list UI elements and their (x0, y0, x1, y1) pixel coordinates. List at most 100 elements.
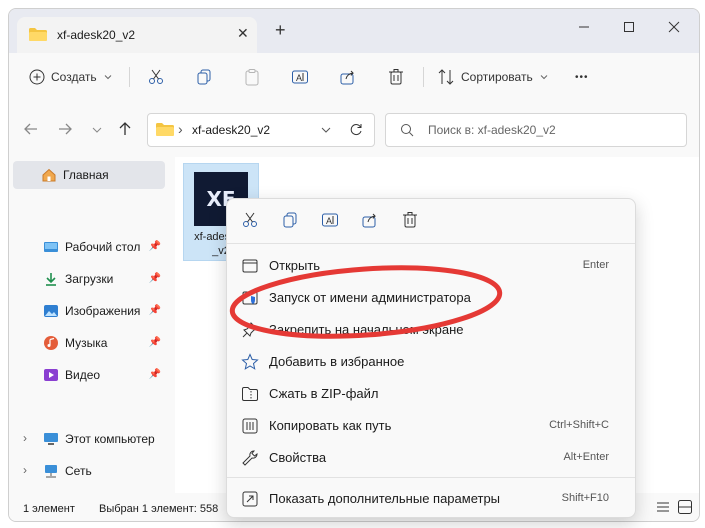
sidebar-item-label: Главная (63, 168, 109, 182)
menu-item-properties[interactable]: Свойства Alt+Enter (231, 441, 631, 473)
rename-icon: A (292, 70, 308, 84)
home-icon (41, 167, 57, 183)
trash-icon[interactable] (401, 211, 419, 229)
recent-chevron-icon[interactable] (91, 125, 103, 135)
menu-item-label: Добавить в избранное (269, 354, 405, 369)
create-button[interactable]: Создать (29, 65, 113, 89)
trash-icon (389, 69, 403, 85)
delete-button[interactable] (387, 65, 405, 89)
breadcrumb-path[interactable]: xf-adesk20_v2 (192, 123, 270, 137)
sidebar-item-label: Видео (65, 368, 101, 382)
new-tab-button[interactable]: + (275, 21, 286, 39)
menu-item-run-as-admin[interactable]: Запуск от имени администратора (231, 281, 631, 313)
navigation-pane: Главная Рабочий стол 📌 Загрузки 📌 Изобра… (9, 157, 175, 493)
pin-icon[interactable]: 📌 (149, 273, 161, 284)
star-icon (241, 353, 259, 370)
sidebar-item-video[interactable]: Видео 📌 (13, 361, 165, 389)
download-icon (43, 271, 59, 287)
menu-item-shortcut: Shift+F10 (561, 492, 609, 504)
folder-icon (29, 28, 47, 41)
sidebar-item-label: Этот компьютер (65, 432, 155, 446)
title-bar: xf-adesk20_v2 ✕ + (9, 9, 699, 53)
pin-icon[interactable]: 📌 (149, 337, 161, 348)
menu-item-label: Запуск от имени администратора (269, 290, 471, 305)
scissors-icon (149, 69, 163, 84)
share-icon (340, 70, 355, 85)
more-button[interactable]: ••• (575, 65, 589, 89)
tiles-view-icon[interactable] (677, 499, 693, 515)
menu-item-add-favorites[interactable]: Добавить в избранное (231, 345, 631, 377)
details-view-icon[interactable] (655, 499, 671, 515)
context-menu-quick-actions: A (227, 199, 635, 241)
menu-item-shortcut: Ctrl+Shift+C (549, 419, 609, 431)
chevron-right-icon[interactable]: › (23, 463, 27, 477)
sort-label: Сортировать (461, 70, 533, 84)
share-button[interactable] (339, 65, 357, 89)
computer-icon (43, 431, 59, 447)
back-arrow-icon[interactable] (23, 121, 39, 137)
wrench-icon (242, 450, 258, 466)
navigation-bar: › xf-adesk20_v2 Поиск в: xf-adesk20_v2 (9, 101, 699, 157)
pin-icon[interactable]: 📌 (149, 305, 161, 316)
menu-item-label: Показать дополнительные параметры (269, 491, 501, 506)
chevron-right-icon[interactable]: › (23, 431, 27, 445)
menu-divider (227, 477, 635, 478)
menu-item-show-more-options[interactable]: Показать дополнительные параметры Shift+… (231, 482, 631, 514)
menu-item-label: Свойства (269, 450, 327, 465)
minimize-icon (579, 26, 589, 28)
up-arrow-icon[interactable] (117, 121, 133, 137)
cut-button[interactable] (147, 65, 165, 89)
close-button[interactable] (659, 15, 689, 39)
sort-button[interactable]: Сортировать (437, 65, 549, 89)
chevron-down-icon[interactable] (320, 125, 332, 135)
sidebar-item-label: Изображения (65, 304, 141, 318)
sidebar-item-this-pc[interactable]: › Этот компьютер (13, 425, 165, 453)
menu-item-label: Сжать в ZIP-файл (269, 386, 379, 401)
minimize-button[interactable] (569, 15, 599, 39)
menu-item-compress-zip[interactable]: Сжать в ZIP-файл (231, 377, 631, 409)
selection-info: Выбран 1 элемент: 558 (99, 503, 219, 515)
sidebar-item-home[interactable]: Главная (13, 161, 165, 189)
pin-icon[interactable]: 📌 (149, 241, 161, 252)
copy-button[interactable] (195, 65, 213, 89)
sidebar-item-music[interactable]: Музыка 📌 (13, 329, 165, 357)
view-switcher (655, 499, 693, 515)
create-label: Создать (51, 70, 97, 84)
menu-item-pin-start[interactable]: Закрепить на начальном экране (231, 313, 631, 345)
sidebar-item-label: Музыка (65, 336, 108, 350)
tab-xf-adesk20[interactable]: xf-adesk20_v2 ✕ (17, 17, 257, 53)
rename-icon[interactable]: A (321, 211, 339, 229)
sidebar-item-downloads[interactable]: Загрузки 📌 (13, 265, 165, 293)
menu-item-open[interactable]: Открыть Enter (231, 249, 631, 281)
menu-item-label: Копировать как путь (269, 418, 392, 433)
breadcrumb-separator: › (178, 121, 183, 137)
sidebar-item-label: Загрузки (65, 272, 114, 286)
menu-item-copy-path[interactable]: Копировать как путь Ctrl+Shift+C (231, 409, 631, 441)
search-box[interactable]: Поиск в: xf-adesk20_v2 (385, 113, 687, 147)
share-icon[interactable] (361, 211, 379, 229)
svg-text:A: A (326, 216, 332, 226)
desktop-icon (43, 239, 59, 255)
maximize-button[interactable] (614, 15, 644, 39)
zip-icon (242, 387, 258, 401)
forward-arrow-icon[interactable] (57, 121, 73, 137)
pin-icon[interactable]: 📌 (149, 369, 161, 380)
menu-divider (227, 243, 635, 244)
open-icon (242, 259, 258, 273)
refresh-icon[interactable] (349, 123, 363, 137)
network-icon (43, 463, 59, 479)
more-options-icon (242, 491, 258, 507)
address-bar[interactable]: › xf-adesk20_v2 (147, 113, 375, 147)
copy-icon (197, 69, 211, 85)
scissors-icon[interactable] (241, 211, 259, 229)
copy-icon[interactable] (281, 211, 299, 229)
sidebar-item-label: Рабочий стол (65, 240, 141, 254)
rename-button[interactable]: A (291, 65, 309, 89)
sidebar-item-desktop[interactable]: Рабочий стол 📌 (13, 233, 165, 261)
sort-icon (438, 69, 454, 85)
command-bar: Создать A Сортировать ••• (9, 53, 699, 102)
sidebar-item-pictures[interactable]: Изображения 📌 (13, 297, 165, 325)
tab-close-button[interactable]: ✕ (237, 25, 249, 42)
paste-button[interactable] (243, 65, 261, 89)
sidebar-item-network[interactable]: › Сеть (13, 457, 165, 485)
